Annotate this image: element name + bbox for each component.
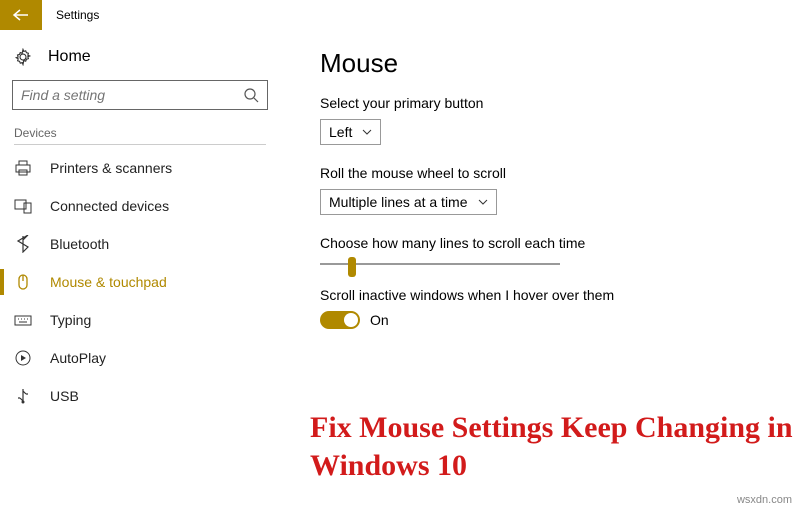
sidebar-home[interactable]: Home <box>0 40 280 74</box>
toggle-state-text: On <box>370 312 389 328</box>
nav-label: USB <box>50 388 79 404</box>
lines-slider[interactable] <box>320 263 560 265</box>
wheel-scroll-select[interactable]: Multiple lines at a time <box>320 189 497 215</box>
sidebar-item-printers[interactable]: Printers & scanners <box>0 149 280 187</box>
lines-scroll-label: Choose how many lines to scroll each tim… <box>320 235 800 251</box>
nav-label: Typing <box>50 312 91 328</box>
devices-icon <box>14 197 32 215</box>
sidebar-item-autoplay[interactable]: AutoPlay <box>0 339 280 377</box>
back-button[interactable] <box>0 0 42 30</box>
arrow-left-icon <box>12 8 30 22</box>
main-panel: Mouse Select your primary button Left Ro… <box>280 30 800 425</box>
sidebar-item-usb[interactable]: USB <box>0 377 280 415</box>
nav-label: Connected devices <box>50 198 169 214</box>
primary-button-label: Select your primary button <box>320 95 800 111</box>
sidebar-item-mouse[interactable]: Mouse & touchpad <box>0 263 280 301</box>
search-field[interactable] <box>21 87 243 103</box>
inactive-windows-toggle[interactable] <box>320 311 360 329</box>
slider-thumb[interactable] <box>348 257 356 277</box>
bluetooth-icon <box>14 235 32 253</box>
nav-label: Printers & scanners <box>50 160 172 176</box>
divider <box>14 144 266 145</box>
select-value: Left <box>329 124 352 140</box>
sidebar-item-typing[interactable]: Typing <box>0 301 280 339</box>
primary-button-select[interactable]: Left <box>320 119 381 145</box>
sidebar-section-label: Devices <box>0 120 280 142</box>
gear-icon <box>14 48 32 66</box>
active-indicator <box>0 269 4 295</box>
toggle-knob <box>344 313 358 327</box>
sidebar: Home Devices Printers & scanners Connect… <box>0 30 280 425</box>
watermark: wsxdn.com <box>737 494 792 506</box>
sidebar-item-bluetooth[interactable]: Bluetooth <box>0 225 280 263</box>
home-label: Home <box>48 48 91 66</box>
nav-label: Mouse & touchpad <box>50 274 167 290</box>
inactive-windows-label: Scroll inactive windows when I hover ove… <box>320 287 800 303</box>
mouse-icon <box>14 273 32 291</box>
nav-label: Bluetooth <box>50 236 109 252</box>
sidebar-item-connected[interactable]: Connected devices <box>0 187 280 225</box>
search-icon <box>243 87 259 103</box>
overlay-caption: Fix Mouse Settings Keep Changing in Wind… <box>310 409 800 484</box>
wheel-scroll-label: Roll the mouse wheel to scroll <box>320 165 800 181</box>
window-title: Settings <box>42 8 99 22</box>
printer-icon <box>14 159 32 177</box>
chevron-down-icon <box>362 129 372 135</box>
page-title: Mouse <box>320 48 800 79</box>
keyboard-icon <box>14 311 32 329</box>
autoplay-icon <box>14 349 32 367</box>
nav-label: AutoPlay <box>50 350 106 366</box>
usb-icon <box>14 387 32 405</box>
select-value: Multiple lines at a time <box>329 194 468 210</box>
chevron-down-icon <box>478 199 488 205</box>
search-input[interactable] <box>12 80 268 110</box>
